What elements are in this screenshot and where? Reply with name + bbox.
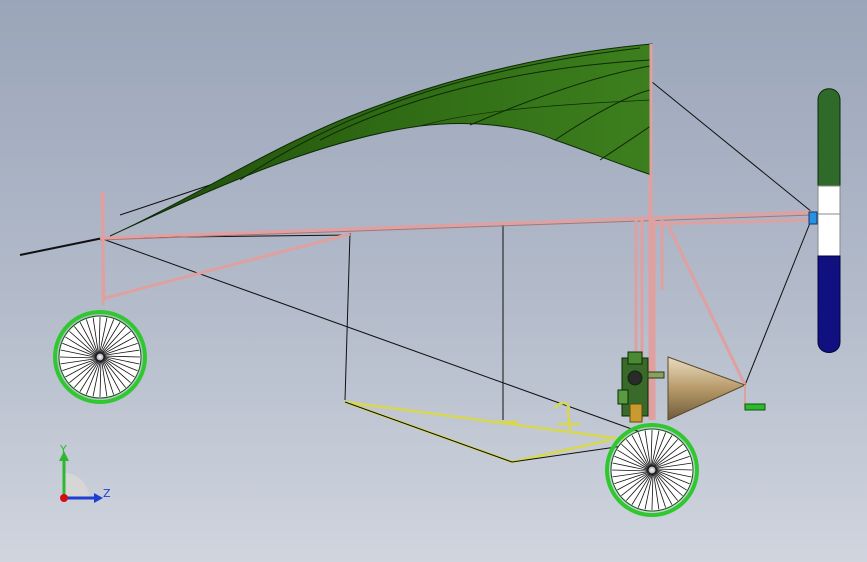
nose-spar — [19, 237, 104, 256]
front-wheel — [605, 423, 699, 517]
propeller — [808, 88, 841, 353]
cad-viewport[interactable]: Y Z — [0, 0, 867, 562]
z-axis-label: Z — [103, 487, 111, 500]
x-axis-point-icon — [60, 494, 68, 502]
triad-plane-icon — [64, 473, 89, 498]
engine — [617, 351, 665, 423]
aircraft-model[interactable] — [0, 0, 867, 562]
rear-wheel — [53, 310, 147, 404]
engine-cone — [667, 356, 766, 421]
wing — [109, 43, 653, 237]
skid-wires — [344, 401, 631, 463]
y-axis-label: Y — [59, 443, 67, 456]
coordinate-triad: Y Z — [59, 443, 111, 503]
